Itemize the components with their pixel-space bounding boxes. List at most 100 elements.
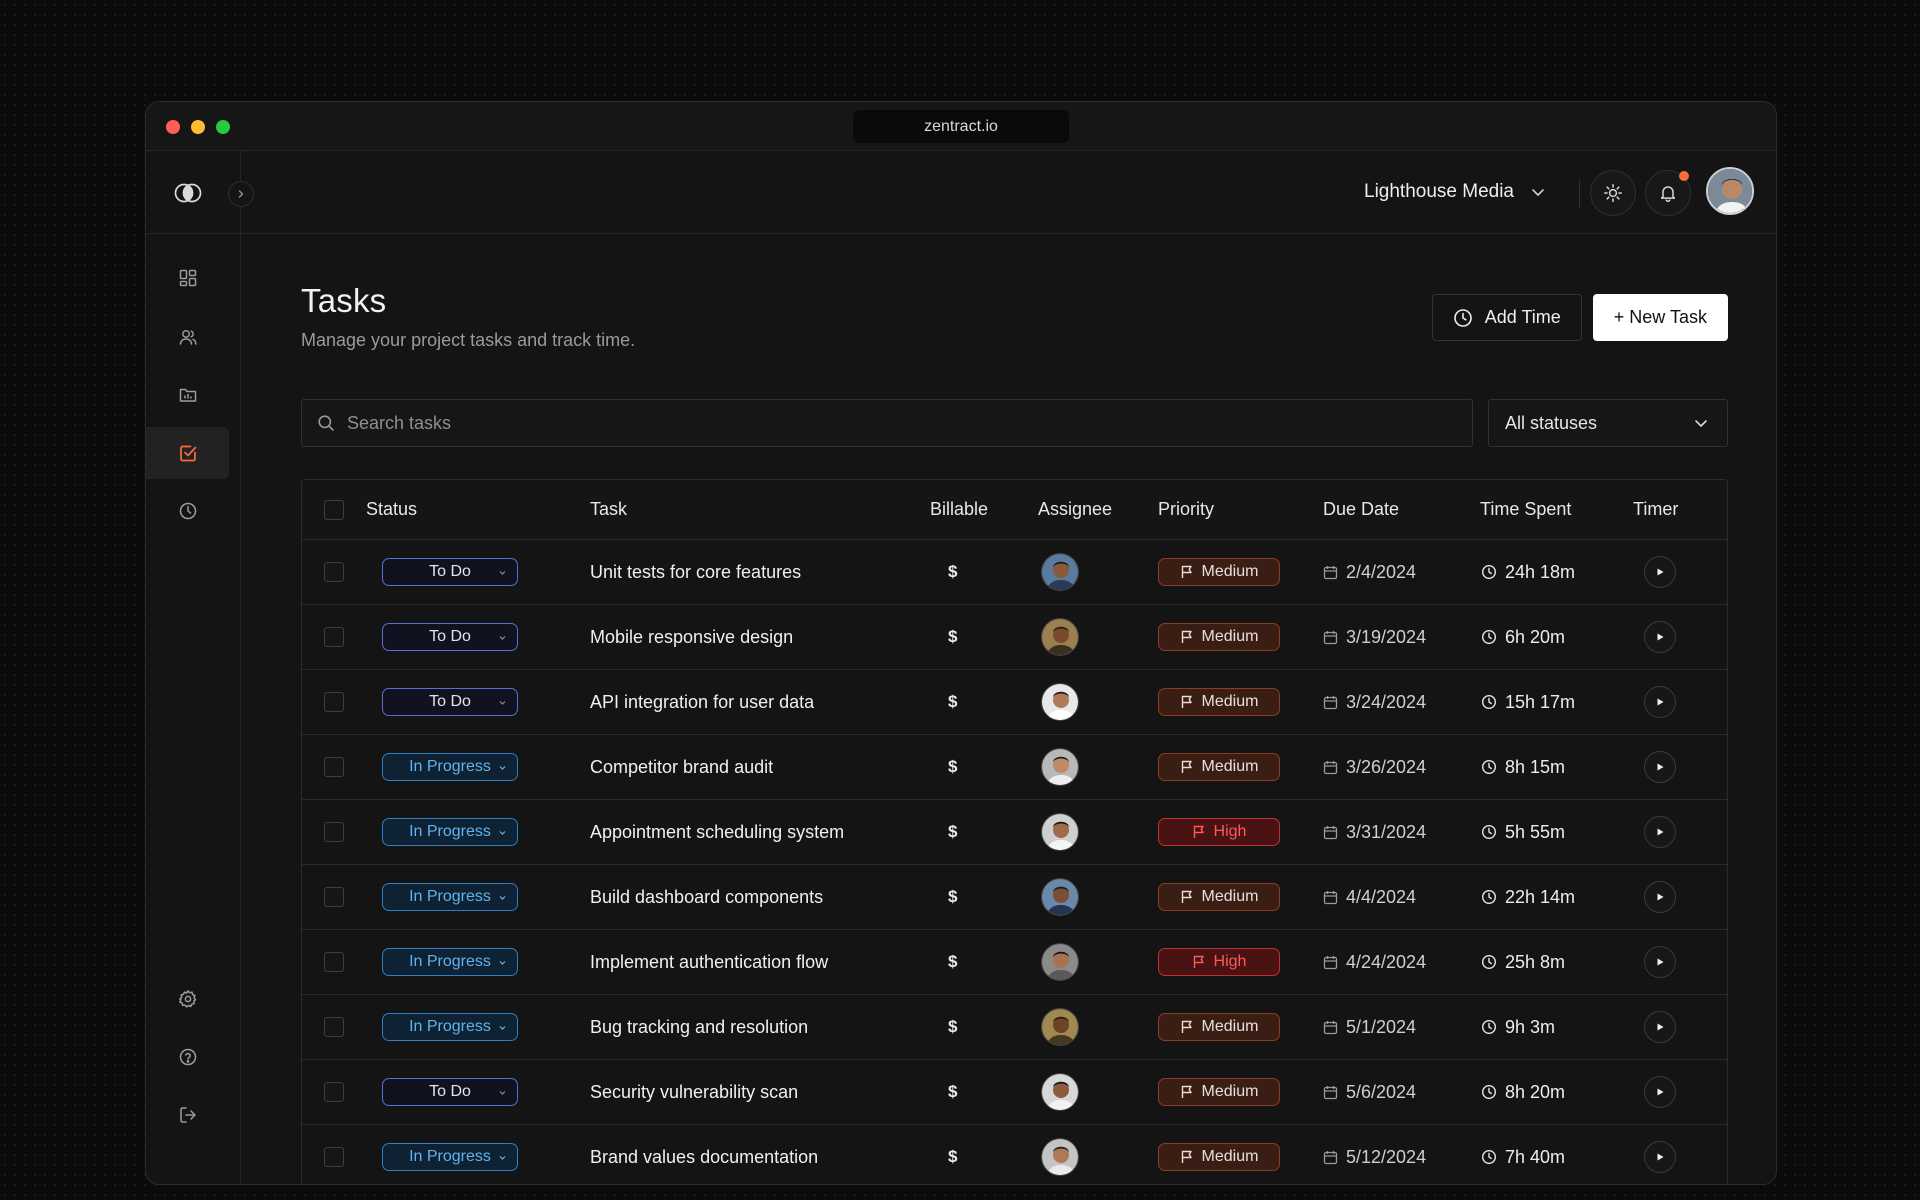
start-timer-button[interactable] — [1644, 1011, 1676, 1043]
column-header-status[interactable]: Status — [366, 480, 417, 539]
minimize-window-button[interactable] — [191, 120, 205, 134]
assignee-avatar[interactable] — [1041, 1138, 1079, 1176]
app-logo[interactable] — [173, 182, 203, 204]
column-header-time-spent[interactable]: Time Spent — [1480, 480, 1571, 539]
status-dropdown[interactable]: In Progress — [382, 1013, 518, 1041]
status-dropdown[interactable]: In Progress — [382, 753, 518, 781]
nav-settings[interactable] — [146, 973, 229, 1025]
close-window-button[interactable] — [166, 120, 180, 134]
theme-toggle-button[interactable] — [1590, 170, 1636, 216]
start-timer-button[interactable] — [1644, 686, 1676, 718]
add-time-button[interactable]: Add Time — [1431, 294, 1582, 341]
nav-dashboard[interactable] — [146, 252, 229, 304]
maximize-window-button[interactable] — [216, 120, 230, 134]
assignee-avatar[interactable] — [1041, 878, 1079, 916]
nav-help[interactable] — [146, 1031, 229, 1083]
row-checkbox[interactable] — [324, 692, 344, 712]
table-row[interactable]: In Progress Competitor brand audit $ Medium… — [302, 735, 1727, 800]
task-name[interactable]: Mobile responsive design — [590, 605, 793, 669]
table-row[interactable]: In Progress Build dashboard components $ Me… — [302, 865, 1727, 930]
assignee-avatar[interactable] — [1041, 748, 1079, 786]
start-timer-button[interactable] — [1644, 1141, 1676, 1173]
task-name[interactable]: Bug tracking and resolution — [590, 995, 808, 1059]
row-checkbox[interactable] — [324, 887, 344, 907]
url-bar[interactable]: zentract.io — [853, 110, 1069, 143]
table-row[interactable]: In Progress Brand values documentation $ Me… — [302, 1125, 1727, 1184]
assignee-avatar[interactable] — [1041, 553, 1079, 591]
row-checkbox[interactable] — [324, 1017, 344, 1037]
task-name[interactable]: API integration for user data — [590, 670, 814, 734]
status-cell: To Do — [382, 670, 518, 734]
assignee-avatar[interactable] — [1041, 683, 1079, 721]
task-name[interactable]: Competitor brand audit — [590, 735, 773, 799]
priority-cell: Medium — [1158, 605, 1280, 669]
row-checkbox[interactable] — [324, 757, 344, 777]
column-header-assignee[interactable]: Assignee — [1038, 480, 1112, 539]
status-dropdown[interactable]: To Do — [382, 558, 518, 586]
status-dropdown[interactable]: In Progress — [382, 818, 518, 846]
task-name[interactable]: Brand values documentation — [590, 1125, 818, 1184]
start-timer-button[interactable] — [1644, 881, 1676, 913]
play-icon — [1655, 632, 1665, 642]
assignee-avatar[interactable] — [1041, 1073, 1079, 1111]
window-titlebar: zentract.io — [146, 102, 1776, 151]
assignee-avatar[interactable] — [1041, 943, 1079, 981]
table-row[interactable]: In Progress Implement authentication flow… — [302, 930, 1727, 995]
status-dropdown[interactable]: In Progress — [382, 1143, 518, 1171]
table-row[interactable]: To Do Security vulnerability scan $ Medium 5… — [302, 1060, 1727, 1125]
status-cell: In Progress — [382, 995, 518, 1059]
assignee-cell — [1041, 865, 1079, 929]
row-checkbox[interactable] — [324, 562, 344, 582]
user-avatar[interactable] — [1706, 167, 1754, 215]
notifications-button[interactable] — [1645, 170, 1691, 216]
status-dropdown[interactable]: In Progress — [382, 883, 518, 911]
task-name[interactable]: Build dashboard components — [590, 865, 823, 929]
assignee-avatar[interactable] — [1041, 813, 1079, 851]
task-name[interactable]: Appointment scheduling system — [590, 800, 844, 864]
table-row[interactable]: To Do Mobile responsive design $ Medium 3/19… — [302, 605, 1727, 670]
assignee-avatar[interactable] — [1041, 1008, 1079, 1046]
table-row[interactable]: To Do API integration for user data $ Mediu… — [302, 670, 1727, 735]
status-dropdown[interactable]: In Progress — [382, 948, 518, 976]
status-filter-select[interactable]: All statuses — [1488, 399, 1728, 447]
column-header-billable[interactable]: Billable — [930, 480, 988, 539]
row-checkbox[interactable] — [324, 822, 344, 842]
row-checkbox[interactable] — [324, 952, 344, 972]
task-name[interactable]: Security vulnerability scan — [590, 1060, 798, 1124]
status-dropdown[interactable]: To Do — [382, 623, 518, 651]
time-spent: 7h 40m — [1505, 1146, 1566, 1167]
column-header-priority[interactable]: Priority — [1158, 480, 1214, 539]
column-header-task[interactable]: Task — [590, 480, 627, 539]
task-name[interactable]: Implement authentication flow — [590, 930, 828, 994]
search-input[interactable] — [347, 412, 1427, 434]
start-timer-button[interactable] — [1644, 946, 1676, 978]
assignee-avatar[interactable] — [1041, 618, 1079, 656]
row-checkbox[interactable] — [324, 627, 344, 647]
table-row[interactable]: In Progress Appointment scheduling system… — [302, 800, 1727, 865]
page-actions: Add Time + New Task — [1431, 294, 1728, 341]
nav-logout[interactable] — [146, 1089, 229, 1141]
nav-clients[interactable] — [146, 311, 229, 363]
start-timer-button[interactable] — [1644, 621, 1676, 653]
row-checkbox[interactable] — [324, 1147, 344, 1167]
column-header-due-date[interactable]: Due Date — [1323, 480, 1399, 539]
status-dropdown[interactable]: To Do — [382, 688, 518, 716]
workspace-switcher[interactable]: Lighthouse Media — [1364, 181, 1546, 203]
start-timer-button[interactable] — [1644, 1076, 1676, 1108]
nav-time[interactable] — [146, 485, 229, 537]
select-all-checkbox[interactable] — [324, 499, 344, 520]
status-dropdown[interactable]: To Do — [382, 1078, 518, 1106]
table-row[interactable]: To Do Unit tests for core features $ Medium… — [302, 540, 1727, 605]
task-name[interactable]: Unit tests for core features — [590, 540, 801, 604]
start-timer-button[interactable] — [1644, 556, 1676, 588]
nav-projects[interactable] — [146, 369, 229, 421]
nav-tasks[interactable] — [146, 427, 229, 479]
start-timer-button[interactable] — [1644, 816, 1676, 848]
select-all-cell — [324, 480, 344, 539]
new-task-button[interactable]: + New Task — [1592, 294, 1728, 341]
column-header-timer[interactable]: Timer — [1633, 480, 1678, 539]
expand-sidebar-button[interactable] — [228, 181, 254, 207]
row-checkbox[interactable] — [324, 1082, 344, 1102]
start-timer-button[interactable] — [1644, 751, 1676, 783]
table-row[interactable]: In Progress Bug tracking and resolution $ M… — [302, 995, 1727, 1060]
